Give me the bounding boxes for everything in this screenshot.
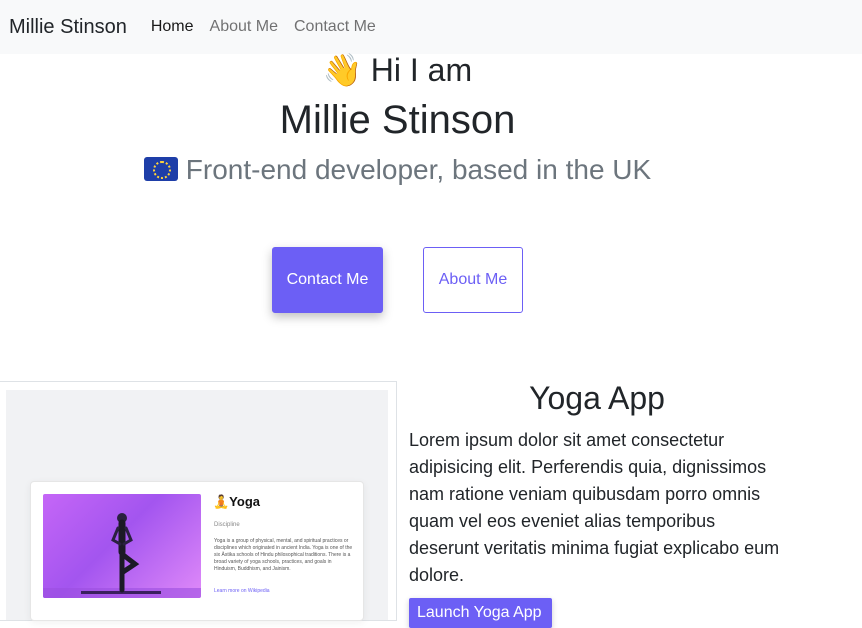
screenshot-card-text: Yoga is a group of physical, mental, and… [214,538,353,572]
navbar: Millie Stinson Home About Me Contact Me [0,0,862,54]
yoga-pose-image [43,494,201,598]
nav-links: Home About Me Contact Me [151,18,376,36]
hero-greeting: 👋 Hi I am [0,50,795,90]
nav-link-about[interactable]: About Me [210,18,278,36]
nav-link-home[interactable]: Home [151,18,194,36]
brand-link[interactable]: Millie Stinson [9,16,127,39]
eu-flag-icon [143,157,178,181]
contact-me-button[interactable]: Contact Me [272,247,383,313]
role-text: Front-end developer, based in the UK [185,154,652,185]
hero-name: Millie Stinson [279,98,516,142]
screenshot-card-link: Learn more on Wikipedia [214,588,270,594]
hero-role: Front-end developer, based in the UK [0,152,795,188]
screenshot-card-subtitle: Discipline [214,522,240,528]
about-me-button[interactable]: About Me [423,247,523,313]
nav-link-contact[interactable]: Contact Me [294,18,376,36]
screenshot-card-title: 🧘Yoga [213,494,261,509]
project-title: Yoga App [529,380,665,416]
greeting-text: Hi I am [370,52,473,88]
project-description: Lorem ipsum dolor sit amet consectetur a… [409,430,780,585]
launch-yoga-app-button[interactable]: Launch Yoga App [409,598,552,628]
waving-hand-icon: 👋 [322,52,363,88]
yoga-figure-icon [43,513,201,598]
